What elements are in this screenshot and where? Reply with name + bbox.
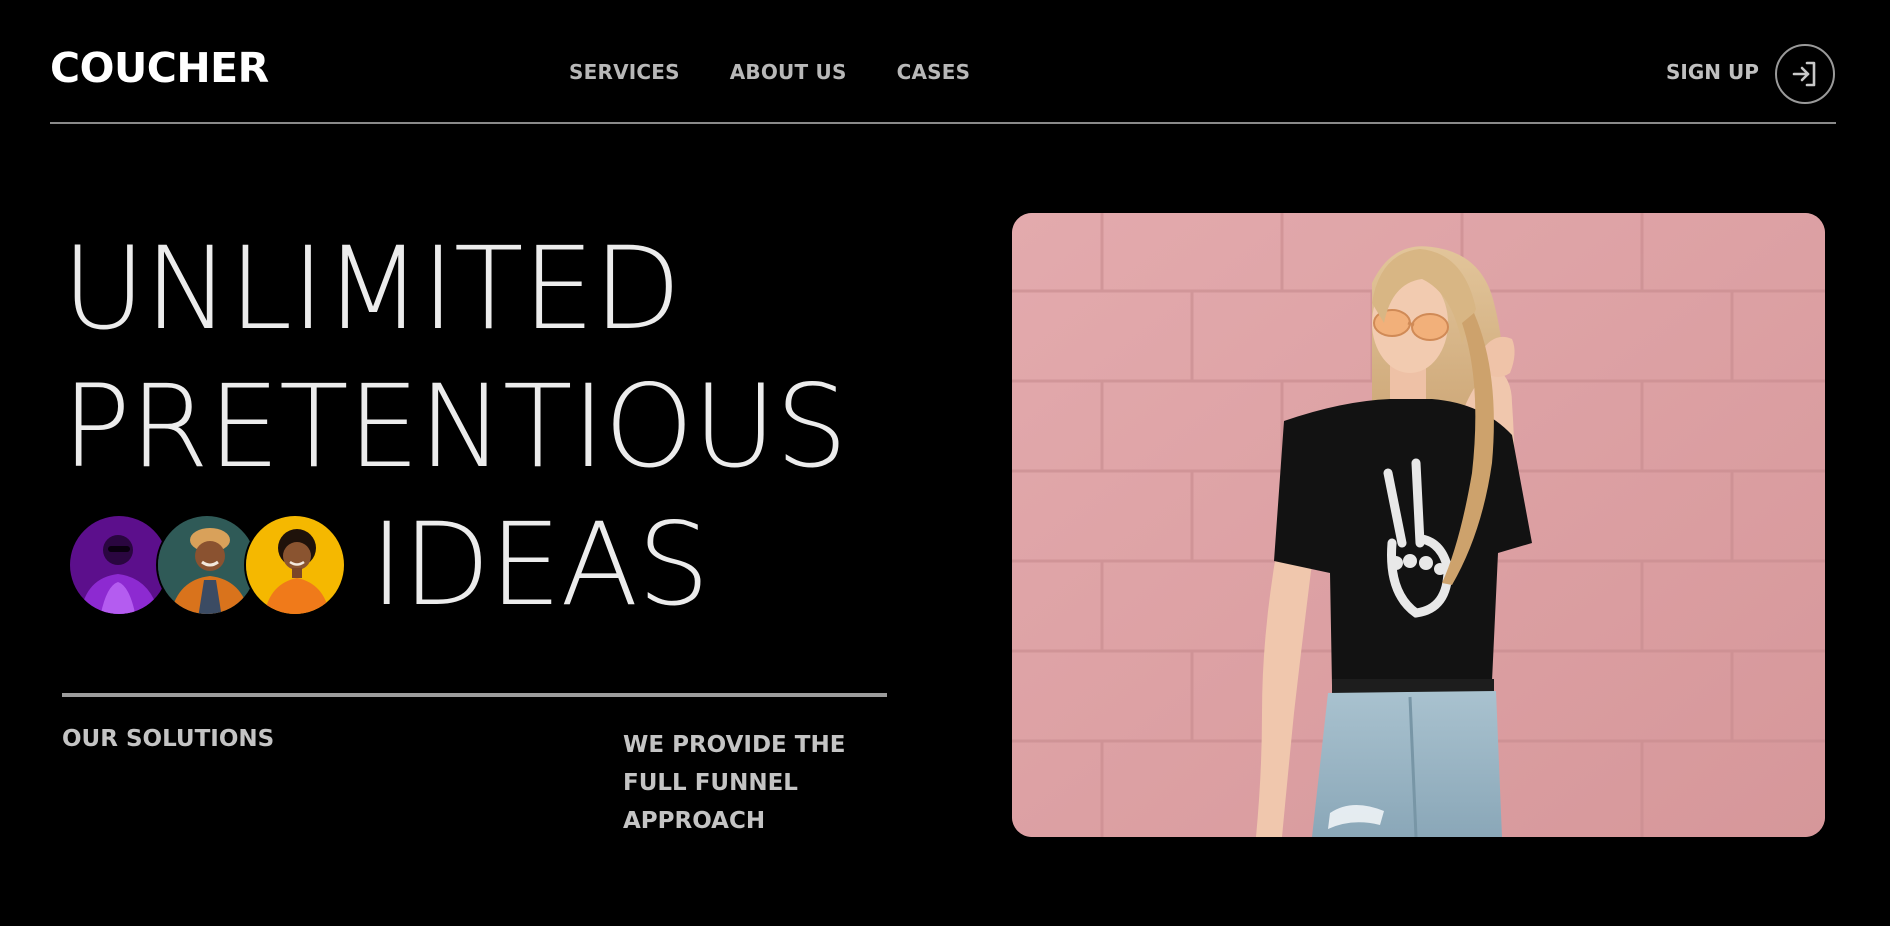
nav-about-us[interactable]: ABOUT US	[730, 62, 847, 82]
hero-photo	[1012, 213, 1825, 837]
sign-up-link[interactable]: SIGN UP	[1666, 62, 1759, 82]
hero-headline: UNLIMITED PRETENTIOUS IDEAS	[62, 220, 962, 634]
headline-line-2: PRETENTIOUS	[62, 360, 848, 493]
headline-line-3: IDEAS	[62, 496, 962, 634]
sign-in-button[interactable]	[1775, 44, 1835, 104]
avatar-purple	[68, 514, 170, 616]
funnel-approach-text: WE PROVIDE THE FULL FUNNEL APPROACH	[623, 732, 846, 834]
main-nav: SERVICES ABOUT US CASES	[569, 62, 970, 82]
headline-line-1: UNLIMITED	[62, 222, 681, 355]
hero-divider	[62, 693, 887, 697]
logo[interactable]: COUCHER	[50, 48, 269, 89]
avatar-yellow	[244, 514, 346, 616]
nav-services[interactable]: SERVICES	[569, 62, 680, 82]
our-solutions-label: OUR SOLUTIONS	[62, 726, 275, 752]
hero-photo-image	[1012, 213, 1825, 837]
nav-cases[interactable]: CASES	[897, 62, 971, 82]
avatar-teal	[156, 514, 258, 616]
sign-in-arrow-icon	[1792, 61, 1816, 87]
headline-line-3-text: IDEAS	[370, 498, 710, 631]
avatar-group	[68, 514, 346, 616]
site-header: COUCHER SERVICES ABOUT US CASES SIGN UP	[50, 0, 1836, 124]
